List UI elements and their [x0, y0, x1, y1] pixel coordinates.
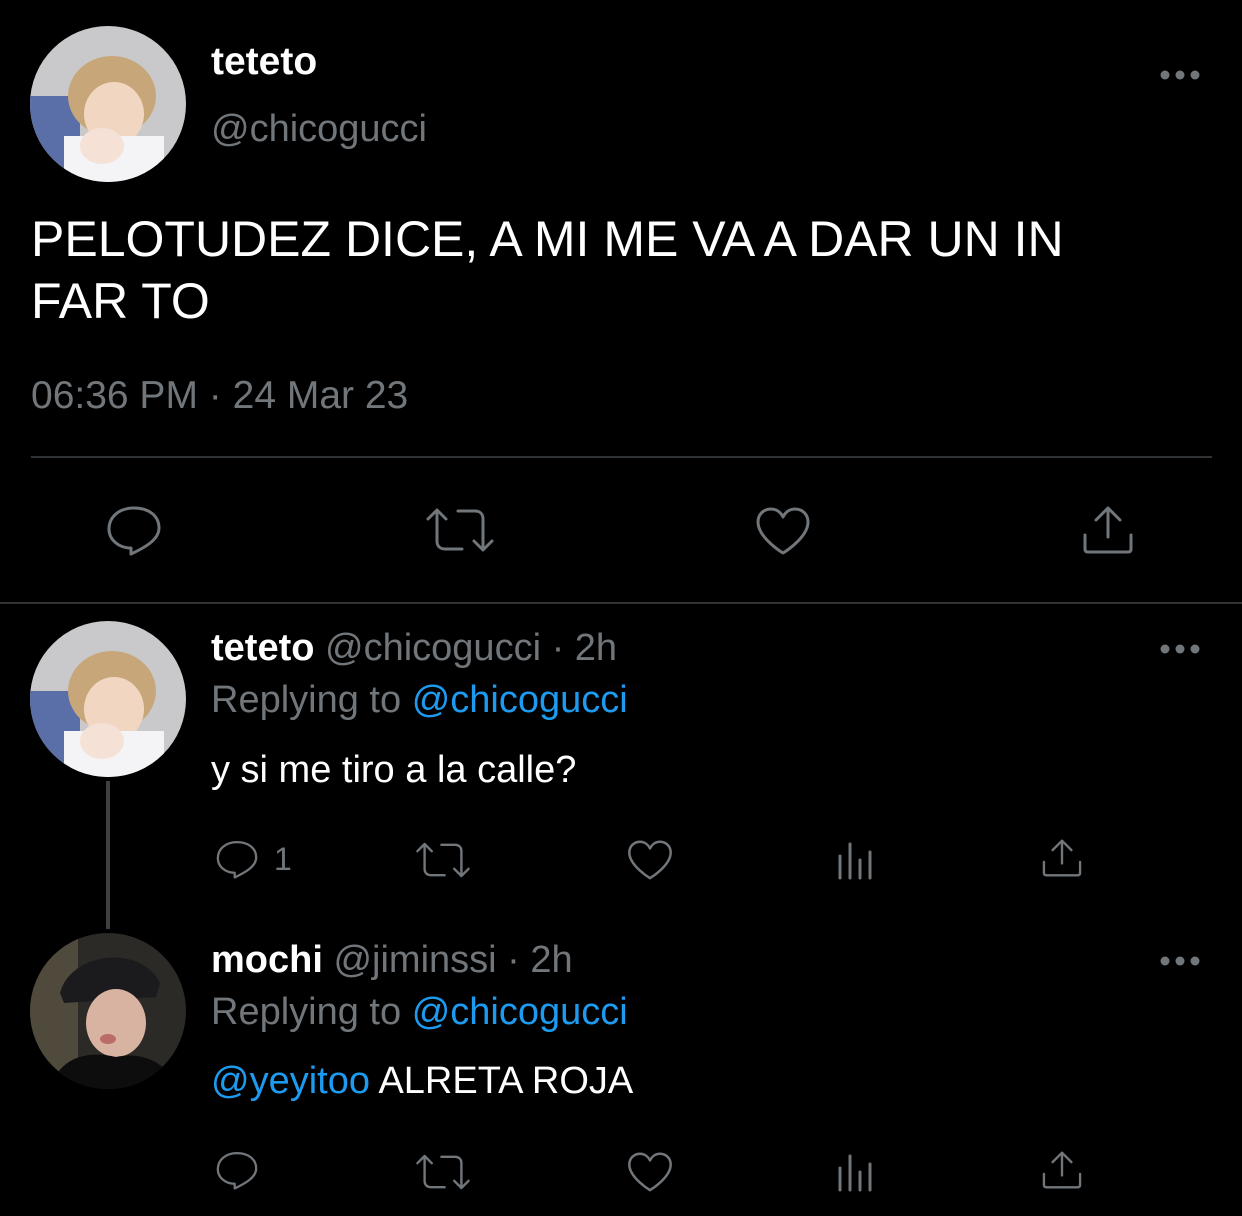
- share-icon[interactable]: [1040, 836, 1084, 880]
- time: 06:36 PM: [31, 374, 198, 417]
- avatar-image: [30, 26, 186, 182]
- reply-header: mochi @jiminssi · 2h: [211, 938, 573, 982]
- replying-handle-link[interactable]: @chicogucci: [412, 679, 628, 721]
- tweet-text-line: PELOTUDEZ DICE, A MI ME VA A DAR UN IN: [31, 211, 1064, 267]
- age[interactable]: · 2h: [507, 939, 572, 981]
- mention-link[interactable]: @yeyitoo: [211, 1060, 370, 1102]
- like-icon[interactable]: [626, 1150, 674, 1194]
- display-name[interactable]: teteto: [211, 40, 317, 84]
- replying-label: Replying to: [211, 991, 402, 1033]
- share-icon[interactable]: [1080, 503, 1136, 557]
- section-divider: [0, 602, 1242, 604]
- replying-to: Replying to @chicogucci: [211, 678, 628, 722]
- reply-icon[interactable]: [214, 1148, 260, 1192]
- replying-handle-link[interactable]: @chicogucci: [412, 991, 628, 1033]
- reply-button[interactable]: 1: [214, 836, 292, 882]
- reply-count: 1: [274, 840, 292, 877]
- more-icon[interactable]: [1158, 66, 1202, 84]
- tweet-text-line: FAR TO: [31, 273, 210, 329]
- divider: [31, 456, 1212, 458]
- replying-to: Replying to @chicogucci: [211, 990, 628, 1034]
- display-name[interactable]: teteto: [211, 627, 314, 669]
- retweet-icon[interactable]: [414, 840, 472, 880]
- replying-label: Replying to: [211, 679, 402, 721]
- handle[interactable]: @jiminssi: [333, 939, 496, 981]
- date: 24 Mar 23: [232, 374, 409, 417]
- share-icon[interactable]: [1040, 1148, 1084, 1192]
- avatar-image: [30, 933, 186, 1089]
- avatar-image: [30, 621, 186, 777]
- reply-icon[interactable]: [104, 502, 164, 558]
- reply-text: y si me tiro a la calle?: [211, 749, 577, 791]
- reply-icon: [216, 840, 258, 879]
- avatar[interactable]: [30, 26, 186, 182]
- reply-text-body: ALRETA ROJA: [378, 1060, 634, 1102]
- separator-dot: ·: [208, 374, 222, 417]
- thread-line: [106, 781, 110, 929]
- handle[interactable]: @chicogucci: [211, 107, 427, 151]
- timestamp[interactable]: 06:36 PM · 24 Mar 23: [31, 372, 408, 420]
- more-icon[interactable]: [1158, 952, 1202, 970]
- handle[interactable]: @chicogucci: [325, 627, 541, 669]
- reply-text: @yeyitoo ALRETA ROJA: [211, 1059, 633, 1103]
- avatar[interactable]: [30, 621, 186, 777]
- views-icon[interactable]: [836, 1152, 878, 1192]
- like-icon[interactable]: [754, 505, 812, 557]
- age[interactable]: · 2h: [552, 627, 617, 669]
- views-icon[interactable]: [836, 840, 878, 880]
- more-icon[interactable]: [1158, 640, 1202, 658]
- tweet-text: PELOTUDEZ DICE, A MI ME VA A DAR UN IN F…: [31, 208, 1064, 332]
- retweet-icon[interactable]: [414, 1152, 472, 1192]
- reply-header: teteto @chicogucci · 2h: [211, 626, 617, 670]
- avatar[interactable]: [30, 933, 186, 1089]
- retweet-icon[interactable]: [424, 505, 496, 555]
- display-name[interactable]: mochi: [211, 939, 323, 981]
- like-icon[interactable]: [626, 838, 674, 882]
